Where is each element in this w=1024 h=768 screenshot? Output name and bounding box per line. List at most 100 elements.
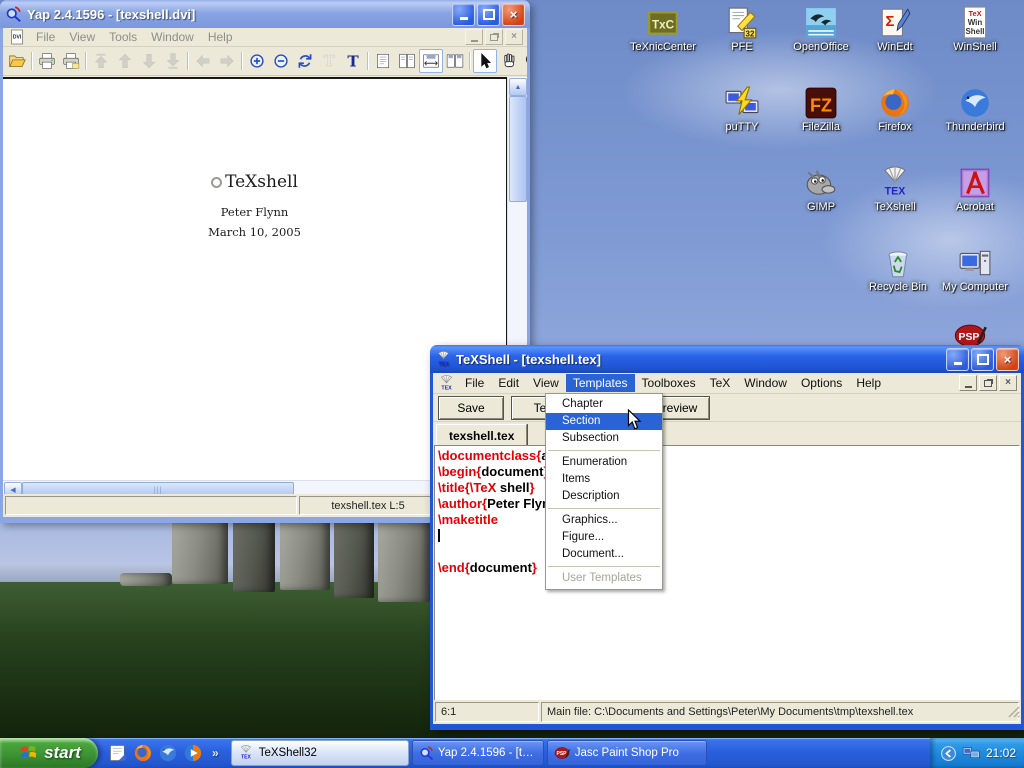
svg-text:FZ: FZ (810, 96, 832, 116)
texshell-menu-edit[interactable]: Edit (491, 374, 526, 392)
quick-launch-firefox[interactable] (133, 743, 153, 763)
zoom-in-button[interactable] (245, 49, 269, 73)
view-two-page-button[interactable] (395, 49, 419, 73)
yap-menu-tools[interactable]: Tools (102, 28, 144, 46)
texshell-menu-toolboxes[interactable]: Toolboxes (635, 374, 703, 392)
network-status-icon[interactable] (962, 744, 981, 763)
mdi-minimize-button[interactable] (465, 29, 483, 45)
prev-page-button[interactable] (113, 49, 137, 73)
mdi-close-button[interactable]: × (999, 375, 1017, 391)
desktop-icon-winshell[interactable]: TeXWinShellWinShell (936, 6, 1014, 53)
print-multiple-button[interactable] (59, 49, 83, 73)
menu-item-description[interactable]: Description (546, 488, 662, 505)
quick-launch-thunderbird[interactable] (158, 743, 178, 763)
desktop-icon-my-computer[interactable]: My Computer (936, 246, 1014, 293)
desktop-icon-gimp[interactable]: GIMP (782, 166, 860, 213)
desktop-icon-filezilla[interactable]: FZFileZilla (782, 86, 860, 133)
refresh-button[interactable] (293, 49, 317, 73)
zoom-out-button[interactable] (269, 49, 293, 73)
text-bold-button[interactable]: T (341, 49, 365, 73)
yap-menu-view[interactable]: View (62, 28, 102, 46)
texshell-window: TEX TeXShell - [texshell.tex] × TEX File… (430, 345, 1024, 730)
last-page-button[interactable] (161, 49, 185, 73)
open-folder-button[interactable] (5, 49, 29, 73)
tray-collapse-chevron-icon[interactable] (940, 745, 957, 762)
desktop-icon-pfe[interactable]: 32PFE (703, 6, 781, 53)
menu-item-items[interactable]: Items (546, 471, 662, 488)
texshell-menu-templates[interactable]: Templates (566, 374, 635, 392)
back-button[interactable] (191, 49, 215, 73)
menu-item-figure[interactable]: Figure... (546, 529, 662, 546)
menu-item-subsection[interactable]: Subsection (546, 430, 662, 447)
desktop-icon-acrobat[interactable]: Acrobat (936, 166, 1014, 213)
menu-item-graphics[interactable]: Graphics... (546, 512, 662, 529)
first-page-button[interactable] (89, 49, 113, 73)
text-outline-icon: T (320, 52, 338, 70)
menu-item-document[interactable]: Document... (546, 546, 662, 563)
magnifier-tool-button[interactable] (521, 49, 527, 73)
scroll-up-button[interactable]: ▲ (509, 78, 527, 96)
desktop-icon-texniccenter[interactable]: TxCTeXnicCenter (624, 6, 702, 53)
zoom-in-icon (248, 52, 266, 70)
text-outline-button[interactable]: T (317, 49, 341, 73)
desktop-icon-putty[interactable]: puTTY (703, 86, 781, 133)
texshell-menu-view[interactable]: View (526, 374, 566, 392)
menu-item-section[interactable]: Section (546, 413, 662, 430)
texshell-menu-file[interactable]: File (458, 374, 491, 392)
toolbar-separator (469, 52, 471, 70)
maximize-button[interactable] (971, 348, 994, 371)
quick-launch-media-player[interactable] (183, 743, 203, 763)
start-button[interactable]: start (0, 738, 98, 768)
texshell-menu-window[interactable]: Window (737, 374, 794, 392)
quick-launch-overflow-chevron[interactable]: » (208, 746, 219, 760)
desktop-icon-openoffice[interactable]: OpenOffice (782, 6, 860, 53)
desktop-icon-recycle-bin[interactable]: Recycle Bin (859, 246, 937, 293)
desktop-icon-psp-partial[interactable]: PSP (940, 322, 1000, 345)
desktop-icon-firefox[interactable]: Firefox (856, 86, 934, 133)
desktop-icon-texshell[interactable]: TEXTeXshell (856, 166, 934, 213)
minimize-button[interactable] (946, 348, 969, 371)
taskbar-task-1[interactable]: TEXTeXShell32 (231, 740, 409, 766)
hand-tool-button[interactable] (497, 49, 521, 73)
yap-menu-help[interactable]: Help (201, 28, 240, 46)
texshell-menu-help[interactable]: Help (849, 374, 888, 392)
vertical-scroll-thumb[interactable] (509, 96, 527, 202)
texshell-menu-options[interactable]: Options (794, 374, 849, 392)
resize-grip[interactable] (1006, 704, 1020, 723)
print-button[interactable] (35, 49, 59, 73)
texshell-titlebar[interactable]: TEX TeXShell - [texshell.tex] × (430, 345, 1024, 373)
menu-item-chapter[interactable]: Chapter (546, 396, 662, 413)
select-tool-button[interactable] (473, 49, 497, 73)
next-page-button[interactable] (137, 49, 161, 73)
forward-button[interactable] (215, 49, 239, 73)
desktop-icon-winedt[interactable]: ΣWinEdt (856, 6, 934, 53)
mdi-close-button[interactable]: × (505, 29, 523, 45)
minimize-button[interactable] (452, 3, 475, 26)
close-button[interactable]: × (502, 3, 525, 26)
mdi-minimize-button[interactable] (959, 375, 977, 391)
desktop-icon-thunderbird[interactable]: Thunderbird (936, 86, 1014, 133)
view-dual-fit-button[interactable] (443, 49, 467, 73)
yap-menu-file[interactable]: File (29, 28, 62, 46)
code-editor[interactable]: \documentclass{article}\begin{document}\… (434, 445, 1020, 708)
save-button[interactable]: Save (438, 396, 504, 420)
menu-item-user-templates[interactable]: User Templates (546, 570, 662, 587)
view-fit-width-button[interactable] (419, 49, 443, 73)
tab-texshell-tex[interactable]: texshell.tex (436, 424, 527, 447)
menu-item-enumeration[interactable]: Enumeration (546, 454, 662, 471)
mdi-restore-button[interactable] (485, 29, 503, 45)
svg-text:TEX: TEX (441, 385, 452, 391)
close-button[interactable]: × (996, 348, 1019, 371)
prev-page-icon (116, 52, 134, 70)
view-single-page-button[interactable] (371, 49, 395, 73)
taskbar-task-2[interactable]: Yap 2.4.1596 - [texs... (412, 740, 544, 766)
maximize-button[interactable] (477, 3, 500, 26)
yap-menu-window[interactable]: Window (144, 28, 201, 46)
print-multiple-icon (62, 52, 80, 70)
main-file-path: Main file: C:\Documents and Settings\Pet… (541, 702, 1019, 722)
yap-titlebar[interactable]: Yap 2.4.1596 - [texshell.dvi] × (0, 0, 530, 28)
taskbar-task-3[interactable]: PSPJasc Paint Shop Pro (547, 740, 707, 766)
quick-launch-show-desktop[interactable] (108, 743, 128, 763)
mdi-restore-button[interactable] (979, 375, 997, 391)
texshell-menu-tex[interactable]: TeX (703, 374, 738, 392)
